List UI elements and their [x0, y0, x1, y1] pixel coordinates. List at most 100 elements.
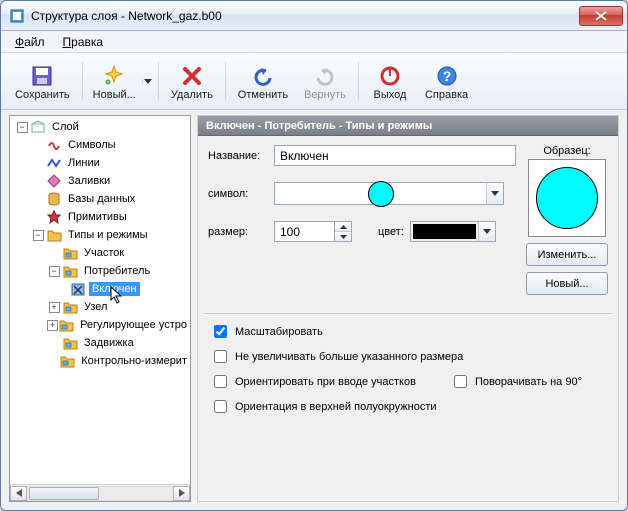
preview-box [528, 159, 606, 237]
tree-item-fills[interactable]: Заливки [12, 172, 190, 190]
close-button[interactable] [579, 6, 623, 26]
tree-item-types-modes[interactable]: − Типы и режимы [12, 226, 190, 244]
collapse-icon[interactable]: − [49, 266, 60, 277]
color-swatch [413, 224, 476, 239]
checkbox-group: Масштабировать Не увеличивать больше ука… [198, 322, 618, 424]
size-input[interactable] [274, 221, 334, 242]
mode-icon [70, 281, 86, 297]
menubar: Файл Правка [1, 31, 627, 53]
tree-item-measuring[interactable]: Контрольно-измерит [12, 352, 190, 370]
expand-icon[interactable]: + [49, 302, 60, 313]
toolbar-delete[interactable]: Удалить [163, 56, 221, 106]
tree-item-area[interactable]: Участок [12, 244, 190, 262]
symbols-icon [46, 137, 62, 153]
database-icon [46, 191, 62, 207]
tree-item-symbols[interactable]: Символы [12, 136, 190, 154]
collapse-icon[interactable]: − [33, 230, 44, 241]
svg-text:?: ? [442, 68, 451, 84]
redo-icon [313, 64, 337, 88]
primitives-icon [46, 209, 62, 225]
color-label: цвет: [378, 226, 404, 238]
cb-scale-box[interactable] [214, 325, 227, 338]
folder-mode-icon [62, 263, 78, 279]
folder-mode-icon [62, 335, 78, 351]
tree-item-layer[interactable]: − Слой [12, 118, 190, 136]
preview-circle [536, 167, 598, 229]
symbol-preview [275, 183, 486, 204]
change-button[interactable]: Изменить... [526, 243, 608, 266]
toolbar-help[interactable]: ? Справка [417, 56, 476, 106]
cb-orient-input-box[interactable] [214, 375, 227, 388]
section-header: Включен - Потребитель - Типы и режимы [198, 116, 618, 136]
save-icon [30, 64, 54, 88]
expand-icon[interactable]: + [47, 320, 58, 331]
size-spinner[interactable] [274, 221, 352, 242]
window-title: Структура слоя - Network_gaz.b00 [31, 9, 579, 23]
color-combo[interactable] [410, 221, 496, 242]
scroll-track[interactable] [27, 486, 173, 501]
collapse-icon[interactable]: − [17, 122, 28, 133]
scroll-right-button[interactable] [173, 486, 190, 501]
tree-item-consumer-on[interactable]: Включен [12, 280, 190, 298]
toolbar-new-dropdown[interactable] [142, 79, 154, 84]
form: Название: символ: размер: [198, 136, 618, 301]
folder-mode-icon [60, 353, 75, 369]
app-icon [9, 8, 25, 24]
delete-icon [180, 64, 204, 88]
scroll-thumb[interactable] [29, 487, 99, 500]
cb-orient-upper-box[interactable] [214, 400, 227, 413]
undo-icon [251, 64, 275, 88]
fills-icon [46, 173, 62, 189]
titlebar: Структура слоя - Network_gaz.b00 [1, 1, 627, 31]
folder-icon [46, 227, 62, 243]
tree-item-regulator[interactable]: + Регулирующее устро [12, 316, 190, 334]
toolbar-exit[interactable]: Выход [363, 56, 417, 106]
symbol-label: символ: [208, 188, 268, 200]
toolbar: Сохранить Новый... Удалить [1, 53, 627, 110]
dropdown-icon[interactable] [478, 222, 495, 241]
menu-edit[interactable]: Правка [55, 33, 112, 51]
new-icon [102, 64, 126, 88]
menu-file[interactable]: Файл [7, 33, 53, 51]
cb-scale[interactable]: Масштабировать [210, 322, 606, 341]
cb-no-enlarge-box[interactable] [214, 350, 227, 363]
name-label: Название: [208, 150, 268, 162]
tree-hscroll[interactable] [10, 484, 190, 501]
help-icon: ? [435, 64, 459, 88]
divider [204, 313, 612, 314]
tree-item-valve[interactable]: Задвижка [12, 334, 190, 352]
folder-mode-icon [59, 317, 74, 333]
properties-pane: Включен - Потребитель - Типы и режимы На… [197, 115, 619, 502]
cb-orient-input[interactable]: Ориентировать при вводе участков [210, 372, 416, 391]
tree[interactable]: − Слой Символы Линии Заливки [10, 116, 190, 484]
cb-orient-upper[interactable]: Ориентация в верхней полуокружности [210, 397, 606, 416]
name-input[interactable] [274, 145, 516, 166]
scroll-left-button[interactable] [10, 486, 27, 501]
tree-item-lines[interactable]: Линии [12, 154, 190, 172]
symbol-combo[interactable] [274, 182, 504, 205]
spin-down[interactable] [335, 231, 351, 241]
folder-mode-icon [62, 245, 78, 261]
preview-label: Образец: [543, 145, 590, 157]
toolbar-new[interactable]: Новый... [87, 56, 154, 106]
tree-item-primitives[interactable]: Примитивы [12, 208, 190, 226]
tree-item-databases[interactable]: Базы данных [12, 190, 190, 208]
tree-item-consumer[interactable]: − Потребитель [12, 262, 190, 280]
preview-col: Образец: Изменить... Новый... [526, 145, 608, 295]
layer-icon [30, 119, 46, 135]
toolbar-undo[interactable]: Отменить [230, 56, 296, 106]
toolbar-save[interactable]: Сохранить [7, 56, 78, 106]
body: − Слой Символы Линии Заливки [1, 110, 627, 510]
cb-no-enlarge[interactable]: Не увеличивать больше указанного размера [210, 347, 606, 366]
tree-pane: − Слой Символы Линии Заливки [9, 115, 191, 502]
cb-rotate90[interactable]: Поворачивать на 90° [450, 372, 582, 391]
tree-item-node[interactable]: + Узел [12, 298, 190, 316]
lines-icon [46, 155, 62, 171]
cb-rotate90-box[interactable] [454, 375, 467, 388]
spin-up[interactable] [335, 222, 351, 231]
window: Структура слоя - Network_gaz.b00 Файл Пр… [0, 0, 628, 511]
toolbar-redo[interactable]: Вернуть [296, 56, 354, 106]
new-button[interactable]: Новый... [526, 272, 608, 295]
folder-mode-icon [62, 299, 78, 315]
dropdown-icon[interactable] [486, 183, 503, 204]
